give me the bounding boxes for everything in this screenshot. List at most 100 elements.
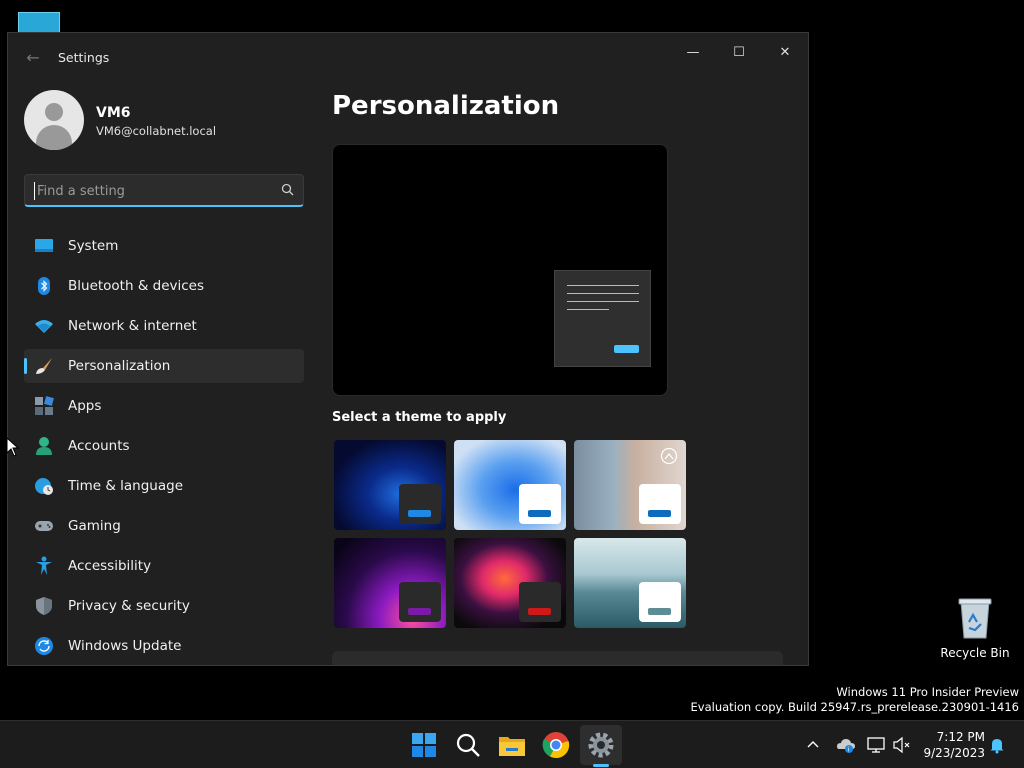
apps-icon xyxy=(35,396,54,415)
window-title: Settings xyxy=(58,50,110,65)
sidebar-nav: System Bluetooth & devices Network & int… xyxy=(24,229,304,665)
sidebar-item-label: Privacy & security xyxy=(68,598,190,614)
settings-card[interactable] xyxy=(332,651,783,665)
start-icon[interactable] xyxy=(408,729,440,761)
sidebar-item-label: Accounts xyxy=(68,438,130,454)
maximize-button[interactable]: ☐ xyxy=(716,37,762,69)
brush-icon xyxy=(36,358,52,374)
theme-mini-window xyxy=(399,582,441,622)
sidebar-item-windows-update[interactable]: Windows Update xyxy=(24,629,304,663)
sidebar-item-accounts[interactable]: Accounts xyxy=(24,429,304,463)
sidebar-item-label: Apps xyxy=(68,398,102,414)
search-box[interactable] xyxy=(24,174,304,207)
clock-date[interactable]: 9/23/2023 xyxy=(915,746,985,760)
sidebar-item-time-language[interactable]: Time & language xyxy=(24,469,304,503)
recycle-bin[interactable]: Recycle Bin xyxy=(940,596,1010,660)
sidebar-item-system[interactable]: System xyxy=(24,229,304,263)
theme-mini-button xyxy=(648,510,671,517)
avatar[interactable] xyxy=(24,90,84,150)
update-icon xyxy=(35,637,53,655)
wifi-icon xyxy=(35,320,53,333)
file-explorer-icon[interactable] xyxy=(496,729,528,761)
running-indicator xyxy=(593,764,609,767)
sidebar-item-label: Personalization xyxy=(68,358,171,374)
theme-mini-button xyxy=(648,608,671,615)
theme-mini-button xyxy=(408,608,431,615)
sidebar-item-personalization[interactable]: Personalization xyxy=(24,349,304,383)
sidebar-item-label: Accessibility xyxy=(68,558,152,574)
system-icon xyxy=(35,239,53,252)
preview-button xyxy=(614,345,639,353)
theme-mini-button xyxy=(408,510,431,517)
theme-mini-window xyxy=(639,484,681,524)
sidebar-item-label: Bluetooth & devices xyxy=(68,278,205,294)
taskbar: i 7:12 PM 9/23/2023 xyxy=(0,720,1024,768)
gamepad-icon xyxy=(35,521,53,531)
theme-mini-window xyxy=(519,484,561,524)
spotlight-icon xyxy=(660,447,678,465)
sidebar-item-accessibility[interactable]: Accessibility xyxy=(24,549,304,583)
theme-windows-spotlight[interactable] xyxy=(574,440,686,530)
page-title: Personalization xyxy=(332,91,560,121)
preview-line xyxy=(567,309,609,310)
sidebar-item-label: Windows Update xyxy=(68,638,182,654)
theme-glow[interactable] xyxy=(334,538,446,628)
sidebar-item-privacy[interactable]: Privacy & security xyxy=(24,589,304,623)
volume-muted-icon[interactable] xyxy=(892,735,912,755)
sidebar-item-network[interactable]: Network & internet xyxy=(24,309,304,343)
sidebar-item-bluetooth[interactable]: Bluetooth & devices xyxy=(24,269,304,303)
recycle-bin-label: Recycle Bin xyxy=(940,646,1010,660)
sidebar-item-gaming[interactable]: Gaming xyxy=(24,509,304,543)
theme-mini-window xyxy=(639,582,681,622)
user-name: VM6 xyxy=(96,105,131,121)
accessibility-icon xyxy=(36,556,52,575)
desktop-window-strip[interactable] xyxy=(18,12,60,34)
close-button[interactable]: ✕ xyxy=(762,37,808,69)
sidebar-item-label: Network & internet xyxy=(68,318,197,334)
preview-line xyxy=(567,301,639,302)
onedrive-icon[interactable]: i xyxy=(836,735,856,755)
search-icon[interactable] xyxy=(279,181,297,199)
preview-line xyxy=(567,285,639,286)
settings-icon[interactable] xyxy=(585,729,617,761)
sidebar-item-label: System xyxy=(68,238,119,254)
notification-bell-icon[interactable] xyxy=(988,736,1006,754)
theme-mini-window xyxy=(399,484,441,524)
theme-flow[interactable] xyxy=(574,538,686,628)
accounts-icon xyxy=(36,437,52,455)
search-icon[interactable] xyxy=(452,729,484,761)
chrome-icon[interactable] xyxy=(540,729,572,761)
watermark-line: Windows 11 Pro Insider Preview xyxy=(836,685,1019,699)
shield-icon xyxy=(36,597,52,615)
sidebar-item-label: Time & language xyxy=(68,478,184,494)
watermark-line: Evaluation copy. Build 25947.rs_prerelea… xyxy=(690,700,1019,714)
search-input[interactable] xyxy=(34,182,274,200)
back-button[interactable]: ← xyxy=(22,47,44,69)
mouse-cursor-icon xyxy=(6,437,20,457)
preview-dialog xyxy=(554,270,651,367)
theme-windows-dark[interactable] xyxy=(334,440,446,530)
theme-windows-light[interactable] xyxy=(454,440,566,530)
clock-time[interactable]: 7:12 PM xyxy=(925,730,985,744)
avatar-head xyxy=(45,103,63,121)
sidebar-item-label: Gaming xyxy=(68,518,121,534)
recycle-bin-icon xyxy=(958,598,992,639)
sidebar-item-apps[interactable]: Apps xyxy=(24,389,304,423)
preview-line xyxy=(567,293,639,294)
user-email: VM6@collabnet.local xyxy=(96,124,217,138)
bluetooth-icon xyxy=(38,277,50,295)
desktop: ← Settings — ☐ ✕ VM6 VM6@collabnet.local… xyxy=(0,0,1024,720)
avatar-body xyxy=(36,125,72,150)
theme-captured-motion[interactable] xyxy=(454,538,566,628)
network-icon[interactable] xyxy=(866,735,886,755)
theme-mini-button xyxy=(528,510,551,517)
time-language-icon xyxy=(35,478,53,495)
build-watermark: Windows 11 Pro Insider Preview Evaluatio… xyxy=(691,685,1019,715)
theme-mini-window xyxy=(519,582,561,622)
theme-section-label: Select a theme to apply xyxy=(332,410,507,425)
active-indicator xyxy=(24,358,27,374)
minimize-button[interactable]: — xyxy=(670,37,716,69)
title-bar[interactable]: ← Settings — ☐ ✕ xyxy=(8,33,808,81)
theme-mini-button xyxy=(528,608,551,615)
chevron-up-icon[interactable] xyxy=(805,737,821,753)
